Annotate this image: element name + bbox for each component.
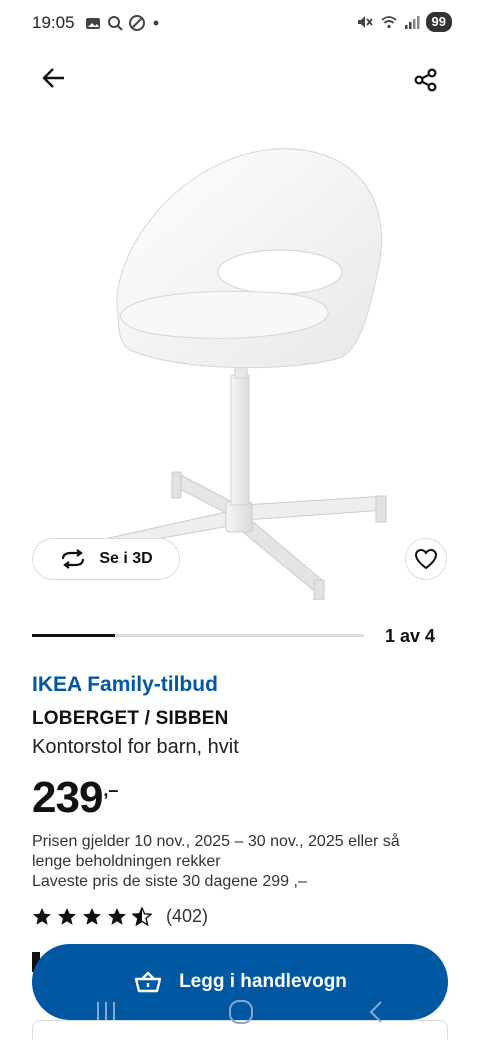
- lowest-price: Laveste pris de siste 30 dagene 299 ,–: [32, 873, 307, 890]
- share-icon: [414, 68, 437, 92]
- add-to-cart-label: Legg i handlevogn: [179, 971, 347, 992]
- price-main: 239: [32, 773, 103, 822]
- status-bar: 19:05 99: [0, 0, 480, 46]
- blocked-icon: [129, 15, 145, 31]
- price-valid-line2: lenge beholdningen rekker: [32, 853, 221, 870]
- price-info: Prisen gjelder 10 nov., 2025 – 30 nov., …: [32, 832, 442, 892]
- star-icon: [108, 908, 126, 925]
- rating[interactable]: (402): [32, 906, 208, 927]
- product-description: Kontorstol for barn, hvit: [32, 736, 239, 758]
- star-icon: [83, 908, 101, 925]
- price: 239 ,–: [32, 772, 118, 824]
- product-image[interactable]: [60, 110, 420, 601]
- rotate-3d-icon: [62, 549, 85, 569]
- mute-icon: [357, 16, 373, 28]
- dot-icon: [153, 20, 159, 26]
- photos-icon: [86, 18, 100, 29]
- star-icon: [33, 908, 51, 925]
- top-nav: [0, 56, 480, 100]
- price-valid-line1: Prisen gjelder 10 nov., 2025 – 30 nov., …: [32, 833, 400, 850]
- rating-stars: [32, 907, 152, 926]
- star-icon: [58, 908, 76, 925]
- family-offer-label[interactable]: IKEA Family-tilbud: [32, 673, 218, 697]
- view-3d-button[interactable]: Se i 3D: [32, 538, 180, 580]
- carousel-counter: 1 av 4: [385, 626, 436, 646]
- wifi-icon: [380, 16, 397, 29]
- rating-count: (402): [166, 906, 209, 926]
- system-back-icon[interactable]: [366, 998, 386, 1026]
- chair-illustration: [95, 148, 387, 601]
- home-icon[interactable]: [227, 998, 255, 1026]
- back-button[interactable]: [36, 60, 72, 96]
- price-suffix: ,–: [103, 780, 119, 800]
- recent-apps-icon[interactable]: [94, 998, 118, 1024]
- share-button[interactable]: [408, 62, 444, 98]
- product-name: LOBERGET / SIBBEN: [32, 708, 229, 729]
- arrow-left-icon: [42, 68, 64, 88]
- favorite-button[interactable]: [405, 538, 447, 580]
- signal-icon: [404, 16, 420, 29]
- battery-badge: 99: [425, 12, 452, 32]
- carousel-progress: [32, 634, 364, 637]
- half-star-icon: [132, 907, 152, 926]
- cart-icon: [134, 971, 162, 993]
- status-time: 19:05: [32, 13, 75, 32]
- search-icon: [108, 16, 123, 31]
- heart-icon: [414, 548, 438, 570]
- carousel-progress-fill: [32, 634, 115, 637]
- view-3d-label: Se i 3D: [99, 550, 153, 567]
